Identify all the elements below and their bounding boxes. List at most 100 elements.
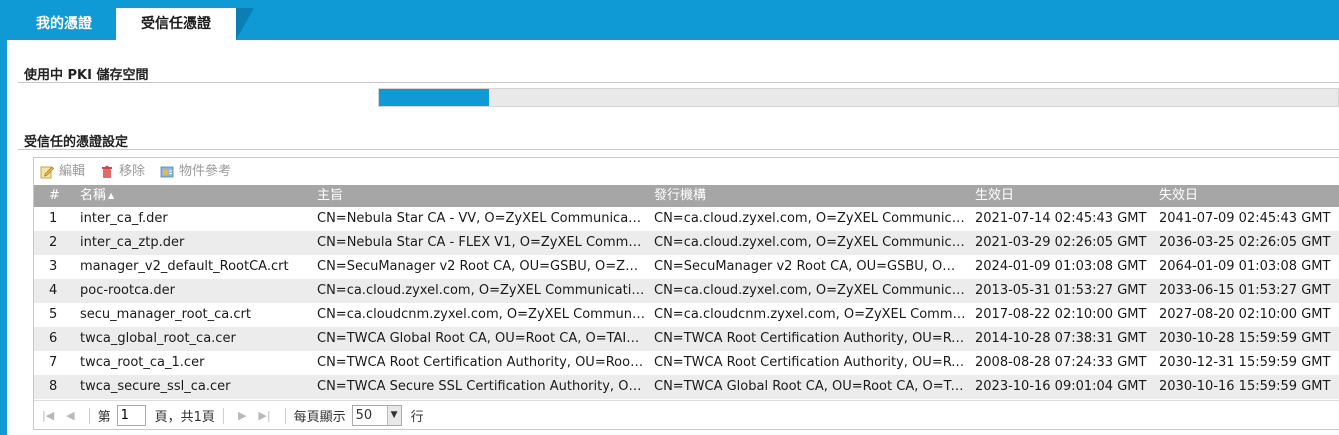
cell-valid-from: 2021-03-29 02:26:05 GMT	[975, 235, 1147, 250]
trusted-certificates-grid-panel: 編輯 移除 物件參考 # 名稱 ▲ 主旨 發行機構 生效日 失效日 1 inter_…	[33, 157, 1339, 430]
table-row[interactable]: 2 inter_ca_ztp.der CN=Nebula Star CA - FLE…	[34, 231, 1339, 255]
cell-valid-from: 2008-08-28 07:24:33 GMT	[975, 355, 1147, 370]
cell-valid-from: 2017-08-22 02:10:00 GMT	[975, 307, 1147, 322]
per-page-label: 每頁顯示	[293, 410, 346, 425]
cell-name: inter_ca_f.der	[80, 211, 168, 226]
cell-subject: CN=TWCA Secure SSL Certification Authori…	[317, 379, 645, 394]
pager-separator	[222, 407, 224, 424]
object-reference-button[interactable]: 物件參考	[160, 163, 231, 181]
cell-name: secu_manager_root_ca.crt	[80, 307, 251, 322]
column-header-issuer[interactable]: 發行機構	[654, 185, 706, 207]
cell-subject: CN=ca.cloud.zyxel.com, O=ZyXEL Communica…	[317, 283, 645, 298]
page-suffix-label: 頁，共1頁	[154, 410, 215, 425]
trash-icon	[100, 165, 114, 179]
first-page-icon[interactable]: |◀	[42, 409, 54, 422]
table-row[interactable]: 7 twca_root_ca_1.cer CN=TWCA Root Certific…	[34, 351, 1339, 375]
cell-valid-from: 2021-07-14 02:45:43 GMT	[975, 211, 1147, 226]
object-reference-button-label: 物件參考	[179, 164, 232, 179]
table-row[interactable]: 1 inter_ca_f.der CN=Nebula Star CA - VV, O…	[34, 207, 1339, 231]
cell-valid-to: 2064-01-09 01:03:08 GMT	[1159, 259, 1331, 274]
storage-section-divider	[18, 82, 1339, 83]
cell-valid-to: 2033-06-15 01:53:27 GMT	[1159, 283, 1331, 298]
trusted-section-divider	[18, 149, 1339, 150]
column-header-subject[interactable]: 主旨	[317, 185, 343, 207]
cell-index: 1	[49, 211, 58, 226]
pager-separator	[284, 407, 286, 424]
previous-page-icon[interactable]: ◀	[66, 409, 74, 422]
tab-trusted-certificates[interactable]: 受信任憑證	[116, 8, 254, 40]
column-header-valid-to[interactable]: 失效日	[1159, 185, 1198, 207]
cell-index: 2	[49, 235, 58, 250]
cell-issuer: CN=TWCA Root Certification Authority, OU…	[654, 355, 966, 370]
cell-subject: CN=Nebula Star CA - VV, O=ZyXEL Communic…	[317, 211, 645, 226]
cell-name: twca_secure_ssl_ca.cer	[80, 379, 231, 394]
cell-issuer: CN=TWCA Root Certification Authority, OU…	[654, 331, 966, 346]
table-row[interactable]: 6 twca_global_root_ca.cer CN=TWCA Global R…	[34, 327, 1339, 351]
tab-bar: 我的憑證 受信任憑證	[0, 0, 1339, 40]
object-reference-icon	[160, 165, 174, 179]
table-row[interactable]: 4 poc-rootca.der CN=ca.cloud.zyxel.com, O=…	[34, 279, 1339, 303]
column-header-index: #	[49, 188, 60, 203]
edit-icon	[40, 165, 54, 179]
last-page-icon[interactable]: ▶|	[258, 409, 270, 422]
page-number-input[interactable]	[116, 405, 146, 426]
edit-button-label: 編輯	[59, 164, 86, 179]
cell-issuer: CN=ca.cloud.zyxel.com, O=ZyXEL Communica…	[654, 283, 966, 298]
per-page-select[interactable]: 50 ▼	[351, 405, 402, 426]
cell-issuer: CN=ca.cloud.zyxel.com, O=ZyXEL Communica…	[654, 211, 966, 226]
cell-valid-to: 2030-12-31 15:59:59 GMT	[1159, 355, 1331, 370]
cell-index: 8	[49, 379, 58, 394]
cell-valid-to: 2027-08-20 02:10:00 GMT	[1159, 307, 1331, 322]
grid-toolbar: 編輯 移除 物件參考	[34, 158, 1339, 185]
cell-name: manager_v2_default_RootCA.crt	[80, 259, 289, 274]
cell-name: inter_ca_ztp.der	[80, 235, 185, 250]
pagination-bar: |◀ ◀ 第 頁，共1頁 ▶ ▶| 每頁顯示 50 ▼ 行	[34, 400, 1339, 430]
cell-valid-from: 2014-10-28 07:38:31 GMT	[975, 331, 1147, 346]
edit-button[interactable]: 編輯	[40, 163, 85, 181]
cell-valid-from: 2013-05-31 01:53:27 GMT	[975, 283, 1147, 298]
cell-index: 4	[49, 283, 58, 298]
trusted-section-title: 受信任的憑證設定	[24, 135, 129, 150]
pager-separator	[88, 407, 90, 424]
cell-valid-to: 2041-07-09 02:45:43 GMT	[1159, 211, 1331, 226]
cell-subject: CN=Nebula Star CA - FLEX V1, O=ZyXEL Com…	[317, 235, 645, 250]
cell-subject: CN=ca.cloudcnm.zyxel.com, O=ZyXEL Commun…	[317, 307, 645, 322]
next-page-icon[interactable]: ▶	[238, 409, 246, 422]
storage-section-title: 使用中 PKI 儲存空間	[24, 68, 149, 83]
cell-subject: CN=SecuManager v2 Root CA, OU=GSBU, O=Zy…	[317, 259, 645, 274]
rows-suffix-label: 行	[410, 410, 424, 425]
table-header: # 名稱 ▲ 主旨 發行機構 生效日 失效日	[34, 185, 1339, 207]
cell-subject: CN=TWCA Global Root CA, OU=Root CA, O=TA…	[317, 331, 645, 346]
storage-usage-fill	[379, 89, 490, 106]
cell-issuer: CN=ca.cloudcnm.zyxel.com, O=ZyXEL Commun…	[654, 307, 966, 322]
cell-subject: CN=TWCA Root Certification Authority, OU…	[317, 355, 645, 370]
cell-issuer: CN=ca.cloud.zyxel.com, O=ZyXEL Communica…	[654, 235, 966, 250]
chevron-down-icon: ▼	[386, 406, 401, 425]
remove-button[interactable]: 移除	[100, 163, 145, 181]
table-row[interactable]: 3 manager_v2_default_RootCA.crt CN=SecuMan…	[34, 255, 1339, 279]
remove-button-label: 移除	[119, 164, 146, 179]
cell-name: twca_global_root_ca.cer	[80, 331, 236, 346]
cell-index: 7	[49, 355, 58, 370]
cell-issuer: CN=SecuManager v2 Root CA, OU=GSBU, O=Zy…	[654, 259, 966, 274]
cell-index: 6	[49, 331, 58, 346]
storage-usage-bar	[378, 88, 1339, 107]
cell-index: 5	[49, 307, 58, 322]
column-header-name-label: 名稱	[80, 188, 107, 203]
column-header-name[interactable]: 名稱 ▲	[80, 185, 114, 207]
cell-name: poc-rootca.der	[80, 283, 175, 298]
column-header-valid-from[interactable]: 生效日	[975, 185, 1014, 207]
table-row[interactable]: 5 secu_manager_root_ca.crt CN=ca.cloudcnm.…	[34, 303, 1339, 327]
sort-ascending-icon: ▲	[108, 191, 115, 200]
cell-issuer: CN=TWCA Global Root CA, OU=Root CA, O=TA…	[654, 379, 966, 394]
cell-valid-to: 2036-03-25 02:26:05 GMT	[1159, 235, 1331, 250]
left-accent-bar	[0, 40, 7, 435]
cell-name: twca_root_ca_1.cer	[80, 355, 205, 370]
table-row[interactable]: 8 twca_secure_ssl_ca.cer CN=TWCA Secure SS…	[34, 375, 1339, 399]
per-page-value: 50	[355, 408, 373, 423]
cell-valid-to: 2030-10-28 15:59:59 GMT	[1159, 331, 1331, 346]
cell-valid-from: 2023-10-16 09:01:04 GMT	[975, 379, 1147, 394]
cell-valid-from: 2024-01-09 01:03:08 GMT	[975, 259, 1147, 274]
tab-my-certificates[interactable]: 我的憑證	[18, 8, 110, 40]
cell-index: 3	[49, 259, 58, 274]
